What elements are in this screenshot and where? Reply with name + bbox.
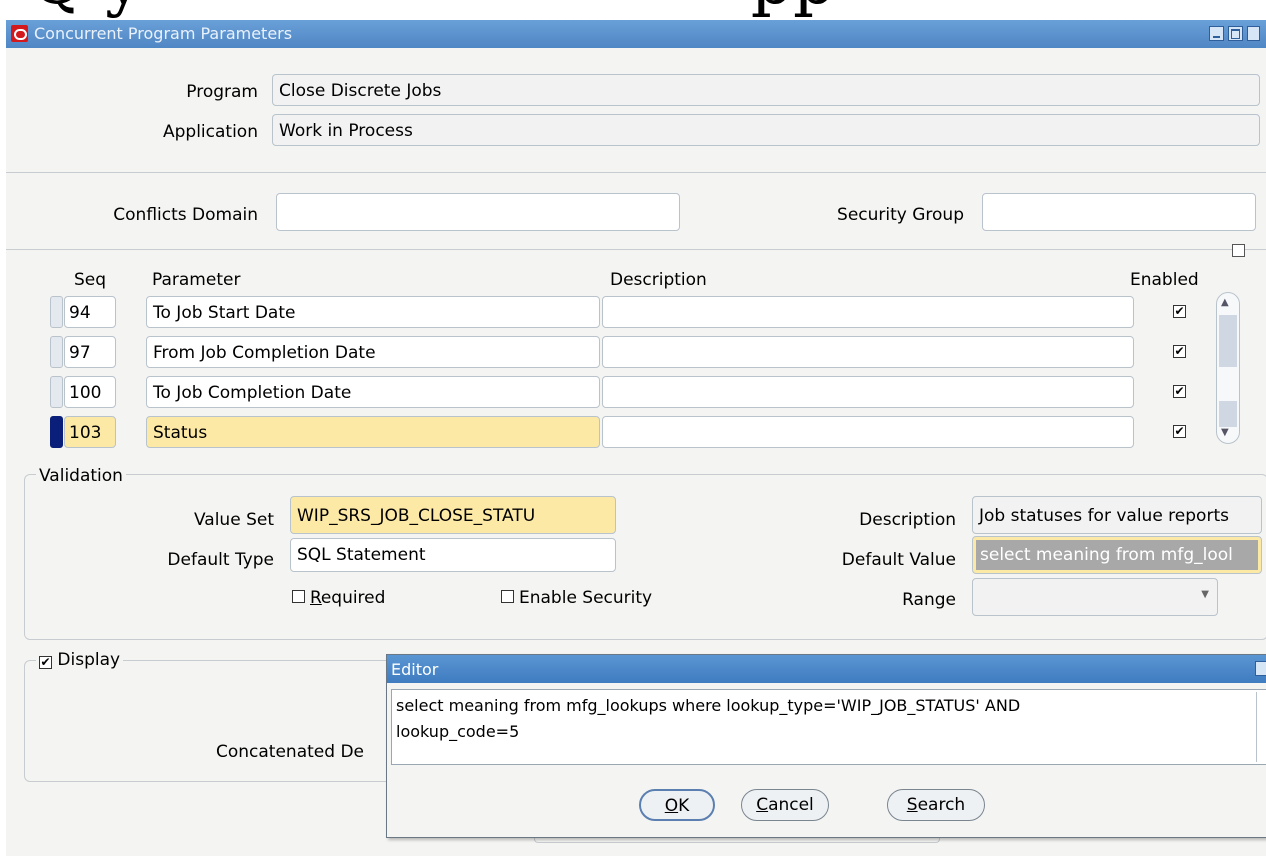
required-label-text: equired bbox=[320, 588, 386, 608]
scroll-up-icon[interactable]: ▲ bbox=[1221, 297, 1229, 308]
enabled-checkbox[interactable]: ✔ bbox=[1173, 385, 1186, 398]
enable-security-label: Enable Security bbox=[519, 588, 653, 608]
row-selector[interactable] bbox=[50, 336, 63, 368]
editor-text-line1: select meaning from mfg_lookups where lo… bbox=[396, 696, 1021, 715]
col-header-seq: Seq bbox=[74, 270, 107, 290]
editor-text-line2: lookup_code=5 bbox=[396, 722, 520, 741]
parameter-cell[interactable]: To Job Start Date bbox=[146, 296, 600, 328]
validation-description-field[interactable]: Job statuses for value reports bbox=[972, 496, 1262, 534]
enabled-checkbox[interactable]: ✔ bbox=[1173, 345, 1186, 358]
table-scrollbar[interactable]: ▲ ▼ bbox=[1216, 292, 1240, 444]
enabled-checkbox[interactable]: ✔ bbox=[1173, 425, 1186, 438]
col-header-parameter: Parameter bbox=[152, 270, 241, 290]
security-group-field[interactable] bbox=[982, 193, 1256, 231]
enable-security-checkbox[interactable] bbox=[501, 590, 514, 603]
value-set-field[interactable]: WIP_SRS_JOB_CLOSE_STATU bbox=[290, 496, 616, 534]
editor-scrollbar[interactable] bbox=[1256, 692, 1266, 762]
cancel-button[interactable]: Cancel bbox=[741, 789, 829, 821]
conflicts-domain-field[interactable] bbox=[276, 193, 680, 231]
description-cell[interactable] bbox=[602, 296, 1134, 328]
required-label: Required bbox=[310, 588, 386, 608]
seq-cell[interactable]: 94 bbox=[64, 296, 116, 328]
description-cell[interactable] bbox=[602, 376, 1134, 408]
seq-cell[interactable]: 97 bbox=[64, 336, 116, 368]
required-checkbox[interactable] bbox=[292, 590, 305, 603]
scroll-down-icon[interactable]: ▼ bbox=[1221, 427, 1229, 438]
seq-cell[interactable]: 100 bbox=[64, 376, 116, 408]
scroll-track-lower bbox=[1219, 401, 1237, 427]
range-label: Range bbox=[902, 590, 956, 610]
default-type-field[interactable]: SQL Statement bbox=[290, 538, 616, 572]
description-label: Description bbox=[859, 510, 956, 530]
application-label: Application bbox=[163, 122, 258, 142]
scroll-thumb[interactable] bbox=[1219, 315, 1237, 367]
parameter-cell[interactable]: To Job Completion Date bbox=[146, 376, 600, 408]
conflicts-domain-label: Conflicts Domain bbox=[113, 205, 258, 225]
range-select[interactable]: ▼ bbox=[972, 578, 1218, 616]
editor-titlebar[interactable]: Editor bbox=[387, 655, 1266, 683]
row-selector[interactable] bbox=[50, 296, 63, 328]
banner-glyphs: Q y pp p bbox=[30, 0, 1266, 14]
minimize-icon[interactable] bbox=[1209, 26, 1224, 41]
close-icon[interactable] bbox=[1247, 26, 1260, 41]
col-header-description: Description bbox=[610, 270, 707, 290]
window-titlebar[interactable]: Concurrent Program Parameters bbox=[6, 20, 1266, 48]
divider bbox=[6, 172, 1266, 173]
parameter-cell[interactable]: From Job Completion Date bbox=[146, 336, 600, 368]
oracle-logo-icon bbox=[11, 25, 28, 42]
application-field[interactable]: Work in Process bbox=[272, 114, 1260, 146]
maximize-icon[interactable] bbox=[1228, 26, 1243, 41]
default-value-selection: select meaning from mfg_lool bbox=[976, 540, 1258, 570]
program-field[interactable]: Close Discrete Jobs bbox=[272, 74, 1260, 106]
default-type-label: Default Type bbox=[167, 550, 274, 570]
default-value-field[interactable]: select meaning from mfg_lool bbox=[972, 536, 1262, 574]
row-selector-current[interactable] bbox=[50, 416, 63, 448]
window-title: Concurrent Program Parameters bbox=[34, 24, 293, 43]
value-set-label: Value Set bbox=[193, 510, 274, 530]
seq-cell[interactable]: 103 bbox=[64, 416, 116, 448]
validation-group-title: Validation bbox=[36, 466, 126, 486]
display-title-text: Display bbox=[57, 650, 121, 670]
divider bbox=[6, 249, 1266, 250]
program-label: Program bbox=[186, 82, 258, 102]
editor-dialog: Editor select meaning from mfg_lookups w… bbox=[386, 654, 1266, 838]
ok-button[interactable]: OK bbox=[639, 789, 715, 821]
security-group-label: Security Group bbox=[837, 205, 964, 225]
col-header-enabled: Enabled bbox=[1130, 270, 1199, 290]
display-checkbox[interactable]: ✔ bbox=[39, 656, 52, 669]
row-selector[interactable] bbox=[50, 376, 63, 408]
display-group-title: ✔ Display bbox=[36, 650, 124, 670]
editor-title: Editor bbox=[391, 660, 439, 679]
cropped-banner-text: Q y pp p bbox=[0, 0, 1266, 18]
chevron-down-icon[interactable]: ▼ bbox=[1201, 589, 1209, 600]
description-cell[interactable] bbox=[602, 416, 1134, 448]
description-cell[interactable] bbox=[602, 336, 1134, 368]
parameter-cell[interactable]: Status bbox=[146, 416, 600, 448]
enabled-checkbox[interactable]: ✔ bbox=[1173, 305, 1186, 318]
concatenated-description-label: Concatenated De bbox=[216, 742, 364, 762]
editor-textarea[interactable]: select meaning from mfg_lookups where lo… bbox=[391, 689, 1266, 765]
folder-toggle-checkbox[interactable] bbox=[1232, 244, 1245, 257]
search-button[interactable]: Search bbox=[887, 789, 985, 821]
editor-close-icon[interactable] bbox=[1255, 661, 1266, 676]
default-value-label: Default Value bbox=[841, 550, 956, 570]
